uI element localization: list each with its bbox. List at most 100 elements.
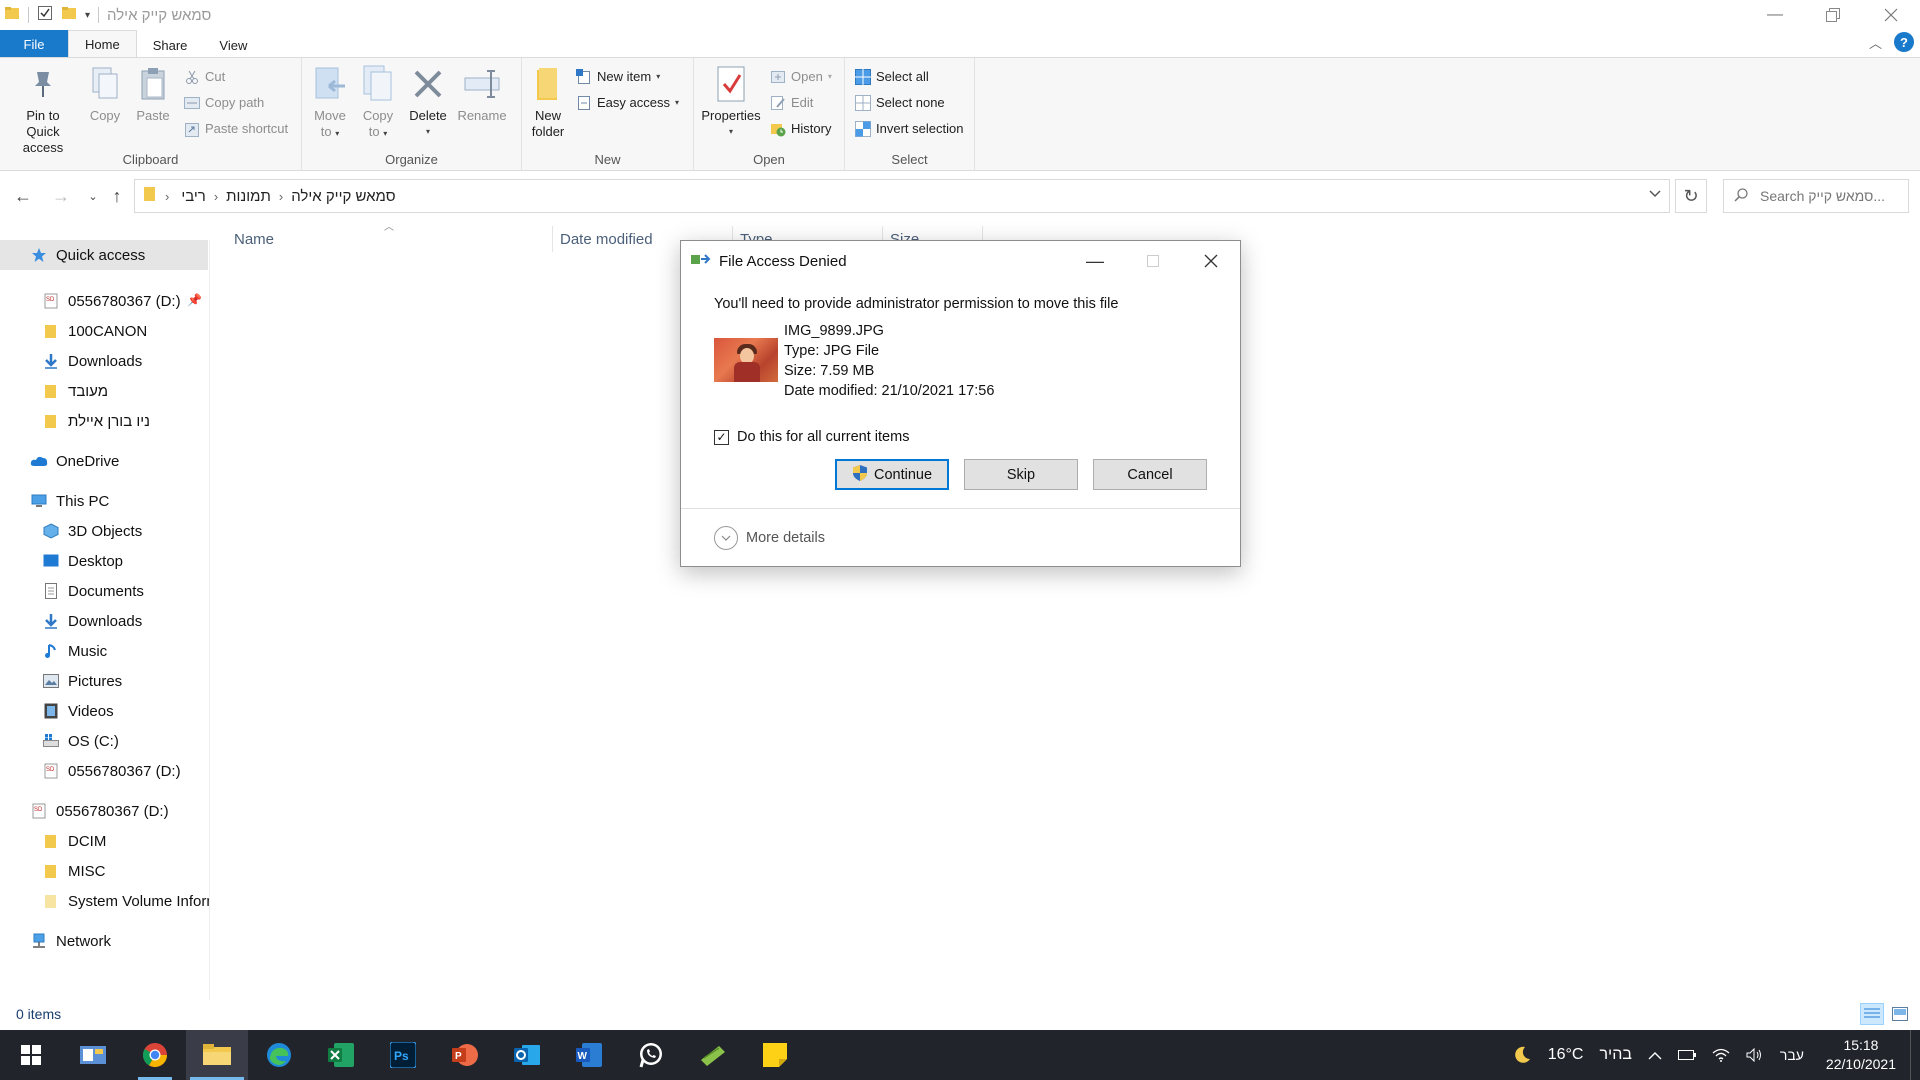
- new-item-button[interactable]: New item ▾: [576, 66, 679, 87]
- chevron-up-icon[interactable]: [1640, 1051, 1670, 1060]
- minimize-icon[interactable]: —: [1746, 0, 1804, 30]
- nav-item-folder[interactable]: מעובד: [42, 376, 108, 406]
- collapse-ribbon-icon[interactable]: ︿: [1869, 33, 1882, 52]
- copy-path-button[interactable]: Copy path: [184, 92, 288, 113]
- nav-item-3d-objects[interactable]: 3D Objects: [42, 516, 142, 546]
- help-icon[interactable]: ?: [1894, 32, 1914, 52]
- edge-icon[interactable]: [248, 1030, 310, 1080]
- details-view-icon[interactable]: [1860, 1003, 1884, 1025]
- show-desktop-button[interactable]: [1910, 1030, 1920, 1080]
- window-controls: —: [1746, 0, 1920, 30]
- nav-item-documents[interactable]: Documents: [42, 576, 144, 606]
- nav-network[interactable]: Network: [30, 926, 111, 956]
- checkbox-checked-icon[interactable]: ✓: [714, 429, 729, 445]
- invert-selection-button[interactable]: Invert selection: [855, 118, 963, 139]
- easy-access-button[interactable]: Easy access ▾: [576, 92, 679, 113]
- tab-share[interactable]: Share: [137, 32, 204, 58]
- skip-button[interactable]: Skip: [964, 459, 1078, 490]
- tab-file[interactable]: File: [0, 30, 68, 58]
- tab-view[interactable]: View: [203, 32, 263, 58]
- nav-item-downloads[interactable]: Downloads: [42, 346, 142, 376]
- continue-button[interactable]: Continue: [835, 459, 949, 490]
- nav-item-downloads[interactable]: Downloads: [42, 606, 142, 636]
- chevron-right-icon[interactable]: ›: [165, 189, 169, 204]
- folder-icon: [143, 186, 157, 206]
- close-icon[interactable]: [1182, 241, 1240, 281]
- explorer-shortcut-icon[interactable]: [62, 1030, 124, 1080]
- history-button[interactable]: History: [770, 118, 832, 139]
- back-arrow-icon[interactable]: ←: [8, 181, 38, 211]
- chevron-down-icon[interactable]: [714, 525, 738, 550]
- nav-item-videos[interactable]: Videos: [42, 696, 114, 726]
- up-arrow-icon[interactable]: ↑: [102, 181, 132, 211]
- nav-item-folder[interactable]: 100CANON: [42, 316, 147, 346]
- nav-drive-d[interactable]: SD 0556780367 (D:): [30, 796, 169, 826]
- weather-temperature[interactable]: 16°C: [1540, 1046, 1592, 1064]
- chrome-icon[interactable]: [124, 1030, 186, 1080]
- whatsapp-icon[interactable]: [620, 1030, 682, 1080]
- breadcrumb-item[interactable]: סמאש קייק אילה: [291, 188, 395, 205]
- address-dropdown-icon[interactable]: [1649, 187, 1661, 201]
- forward-arrow-icon[interactable]: →: [46, 181, 76, 211]
- weather-moon-icon[interactable]: [1504, 1045, 1540, 1065]
- apply-to-all-checkbox-row[interactable]: ✓ Do this for all current items: [714, 429, 909, 445]
- android-file-transfer-icon[interactable]: [682, 1030, 744, 1080]
- breadcrumb-item[interactable]: ריבי: [181, 188, 205, 205]
- nav-item-folder[interactable]: ניו בורן איילת: [42, 406, 150, 436]
- search-input[interactable]: Search סמאש קייק...: [1723, 179, 1909, 213]
- new-folder-qat-icon[interactable]: [61, 5, 77, 26]
- file-explorer-icon[interactable]: [186, 1030, 248, 1080]
- column-name[interactable]: Name: [234, 226, 274, 252]
- folder-icon: [42, 382, 60, 400]
- nav-item-folder[interactable]: System Volume Inforn: [42, 886, 209, 916]
- outlook-icon[interactable]: [496, 1030, 558, 1080]
- battery-icon[interactable]: [1670, 1050, 1704, 1060]
- nav-item-pictures[interactable]: Pictures: [42, 666, 122, 696]
- powerpoint-icon[interactable]: P: [434, 1030, 496, 1080]
- nav-item-folder[interactable]: MISC: [42, 856, 106, 886]
- nav-onedrive[interactable]: OneDrive: [30, 446, 119, 476]
- nav-quick-access[interactable]: Quick access: [0, 240, 208, 270]
- nav-item-drive-d[interactable]: SD 0556780367 (D:): [42, 756, 181, 786]
- select-none-button[interactable]: Select none: [855, 92, 963, 113]
- windows-start-icon[interactable]: [0, 1030, 62, 1080]
- nav-item-music[interactable]: Music: [42, 636, 107, 666]
- properties-checkbox-icon[interactable]: [37, 5, 53, 26]
- edit-button[interactable]: Edit: [770, 92, 832, 113]
- wifi-icon[interactable]: [1704, 1048, 1738, 1062]
- sticky-notes-icon[interactable]: [744, 1030, 806, 1080]
- cut-button[interactable]: Cut: [184, 66, 288, 87]
- minimize-icon[interactable]: —: [1066, 241, 1124, 281]
- chevron-right-icon[interactable]: ›: [214, 189, 218, 204]
- cancel-button[interactable]: Cancel: [1093, 459, 1207, 490]
- close-icon[interactable]: [1862, 0, 1920, 30]
- column-divider[interactable]: [552, 226, 553, 252]
- clock[interactable]: 15:18 22/10/2021: [1812, 1036, 1910, 1074]
- nav-item-desktop[interactable]: Desktop: [42, 546, 123, 576]
- address-bar[interactable]: › ריבי › תמונות › סמאש קייק אילה: [134, 179, 1670, 213]
- select-all-button[interactable]: Select all: [855, 66, 963, 87]
- volume-icon[interactable]: [1738, 1048, 1772, 1062]
- sd-card-icon: SD: [42, 292, 60, 310]
- word-icon[interactable]: W: [558, 1030, 620, 1080]
- large-icons-view-icon[interactable]: [1888, 1003, 1912, 1025]
- nav-item-drive-d[interactable]: SD 0556780367 (D:) 📌: [42, 286, 208, 316]
- tab-home[interactable]: Home: [68, 30, 137, 58]
- customize-qat-icon[interactable]: ▾: [85, 10, 90, 21]
- input-language[interactable]: עבר: [1772, 1047, 1812, 1063]
- photoshop-icon[interactable]: Ps: [372, 1030, 434, 1080]
- breadcrumb-item[interactable]: תמונות: [226, 188, 271, 205]
- paste-shortcut-button[interactable]: Paste shortcut: [184, 118, 288, 139]
- nav-this-pc[interactable]: This PC: [30, 486, 109, 516]
- more-details-link[interactable]: More details: [746, 530, 825, 546]
- refresh-icon[interactable]: ↻: [1675, 179, 1707, 213]
- weather-condition[interactable]: בהיר: [1591, 1046, 1639, 1064]
- column-date-modified[interactable]: Date modified: [560, 226, 653, 252]
- file-access-denied-dialog: File Access Denied — You'll need to prov…: [680, 240, 1241, 567]
- restore-icon[interactable]: [1804, 0, 1862, 30]
- nav-item-drive-c[interactable]: OS (C:): [42, 726, 119, 756]
- chevron-right-icon[interactable]: ›: [279, 189, 283, 204]
- excel-icon[interactable]: [310, 1030, 372, 1080]
- open-button[interactable]: Open ▾: [770, 66, 832, 87]
- nav-item-folder[interactable]: DCIM: [42, 826, 106, 856]
